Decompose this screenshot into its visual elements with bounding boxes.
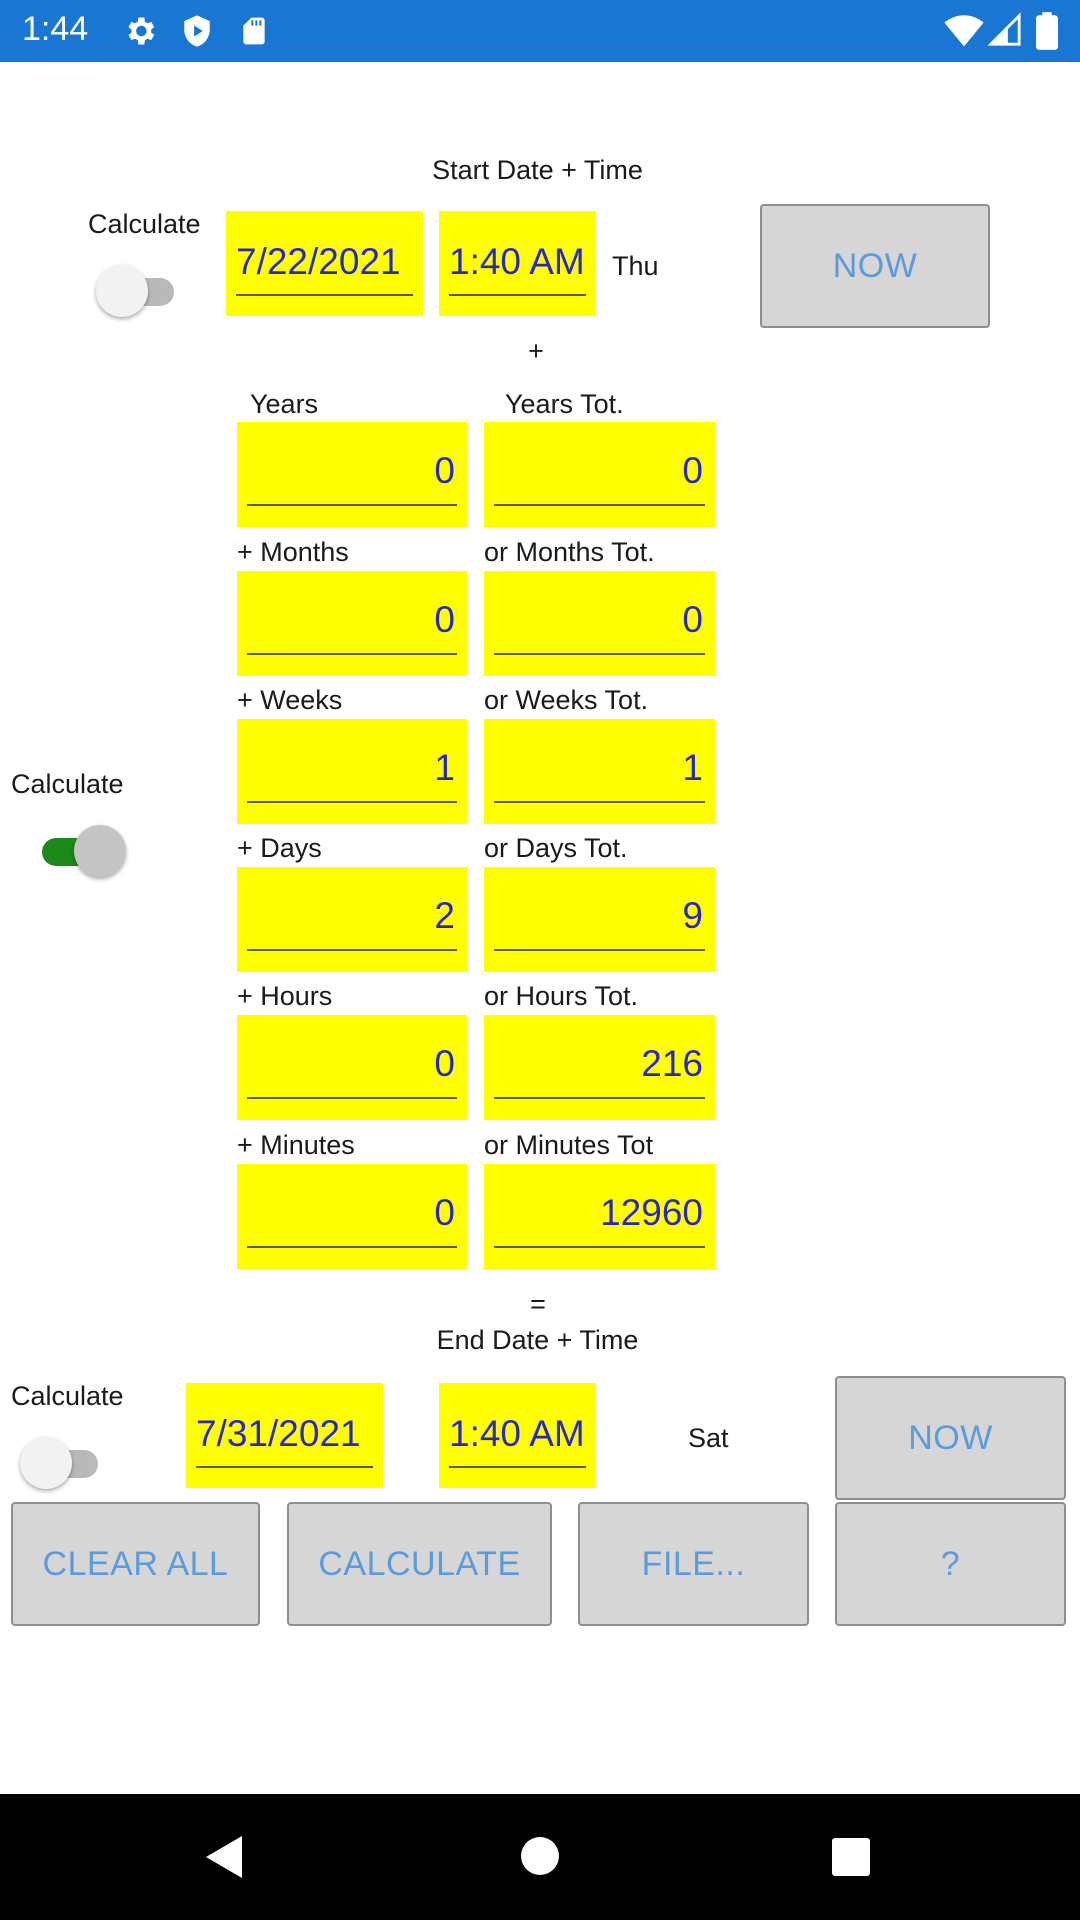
battery-icon	[1036, 12, 1058, 55]
field-underline	[247, 801, 457, 803]
toggle-thumb	[74, 825, 126, 877]
weeks-total-label: or Weeks Tot.	[484, 685, 649, 715]
years-value: 0	[434, 450, 455, 491]
start-date-field[interactable]: 7/22/2021	[226, 211, 423, 316]
months-total-label: or Months Tot.	[484, 537, 655, 567]
field-underline	[247, 1246, 457, 1248]
plus-sign: +	[528, 336, 544, 366]
end-calculate-toggle[interactable]	[20, 1434, 110, 1494]
field-underline	[247, 504, 457, 506]
start-date-value: 7/22/2021	[236, 241, 401, 282]
days-total-label: or Days Tot.	[484, 833, 628, 863]
end-calculate-label: Calculate	[11, 1381, 124, 1411]
months-label: + Months	[237, 537, 349, 567]
calculate-button[interactable]: CALCULATE	[287, 1502, 552, 1626]
back-icon[interactable]	[204, 1834, 244, 1885]
status-bar: 1:44	[0, 0, 1080, 62]
equals-sign: =	[530, 1289, 546, 1319]
field-underline	[494, 1097, 705, 1099]
hours-label: + Hours	[237, 981, 333, 1011]
signal-icon	[987, 12, 1022, 53]
field-underline	[247, 1097, 457, 1099]
minutes-total-value: 12960	[600, 1192, 703, 1233]
home-icon[interactable]	[520, 1836, 560, 1881]
field-underline	[494, 949, 705, 951]
field-underline	[247, 949, 457, 951]
days-label: + Days	[237, 833, 322, 863]
start-time-field[interactable]: 1:40 AM	[439, 211, 596, 316]
start-weekday: Thu	[612, 251, 659, 281]
years-label: Years	[250, 389, 319, 419]
shield-play-icon	[180, 13, 214, 54]
hours-total-label: or Hours Tot.	[484, 981, 639, 1011]
hours-total-field[interactable]: 216	[484, 1015, 715, 1120]
years-total-field[interactable]: 0	[484, 422, 715, 527]
start-time-value: 1:40 AM	[449, 241, 585, 282]
end-heading: End Date + Time	[436, 1325, 639, 1355]
wifi-icon	[944, 12, 984, 53]
field-underline	[494, 801, 705, 803]
months-total-value: 0	[682, 599, 703, 640]
months-field[interactable]: 0	[237, 571, 467, 676]
weeks-total-value: 1	[682, 747, 703, 788]
field-underline	[494, 504, 705, 506]
field-underline	[494, 653, 705, 655]
weeks-label: + Weeks	[237, 685, 343, 715]
start-calculate-label: Calculate	[88, 209, 201, 239]
hours-field[interactable]: 0	[237, 1015, 467, 1120]
weeks-total-field[interactable]: 1	[484, 719, 715, 824]
minutes-label: + Minutes	[237, 1130, 355, 1160]
end-now-button[interactable]: NOW	[835, 1376, 1066, 1500]
status-time: 1:44	[22, 10, 89, 48]
field-underline	[494, 1246, 705, 1248]
weeks-value: 1	[434, 747, 455, 788]
end-date-field[interactable]: 7/31/2021	[186, 1383, 383, 1488]
weeks-field[interactable]: 1	[237, 719, 467, 824]
file-button[interactable]: FILE...	[578, 1502, 809, 1626]
hours-total-value: 216	[641, 1043, 703, 1084]
months-value: 0	[434, 599, 455, 640]
field-underline	[449, 294, 586, 296]
duration-calculate-label: Calculate	[11, 769, 124, 799]
start-calculate-toggle[interactable]	[96, 262, 186, 322]
hours-value: 0	[434, 1043, 455, 1084]
duration-calculate-toggle[interactable]	[36, 822, 126, 882]
navigation-bar	[0, 1794, 1080, 1920]
help-button[interactable]: ?	[835, 1502, 1066, 1626]
gear-icon	[122, 13, 158, 54]
months-total-field[interactable]: 0	[484, 571, 715, 676]
start-heading: Start Date + Time	[432, 155, 643, 185]
field-underline	[196, 1466, 373, 1468]
toggle-thumb	[96, 265, 148, 317]
sd-card-icon	[238, 13, 270, 54]
years-total-value: 0	[682, 450, 703, 491]
field-underline	[247, 653, 457, 655]
end-date-value: 7/31/2021	[196, 1413, 361, 1454]
years-total-label: Years Tot.	[505, 389, 624, 419]
field-underline	[449, 1466, 586, 1468]
minutes-field[interactable]: 0	[237, 1164, 467, 1269]
toggle-thumb	[20, 1437, 72, 1489]
years-field[interactable]: 0	[237, 422, 467, 527]
days-total-value: 9	[682, 895, 703, 936]
days-total-field[interactable]: 9	[484, 867, 715, 972]
field-underline	[236, 294, 413, 296]
minutes-total-label: or Minutes Tot	[484, 1130, 654, 1160]
days-field[interactable]: 2	[237, 867, 467, 972]
minutes-total-field[interactable]: 12960	[484, 1164, 715, 1269]
clear-all-button[interactable]: CLEAR ALL	[11, 1502, 260, 1626]
end-time-field[interactable]: 1:40 AM	[439, 1383, 596, 1488]
start-now-button[interactable]: NOW	[760, 204, 990, 328]
minutes-value: 0	[434, 1192, 455, 1233]
days-value: 2	[434, 895, 455, 936]
end-time-value: 1:40 AM	[449, 1413, 585, 1454]
end-weekday: Sat	[688, 1423, 729, 1453]
recents-icon[interactable]	[831, 1837, 871, 1882]
